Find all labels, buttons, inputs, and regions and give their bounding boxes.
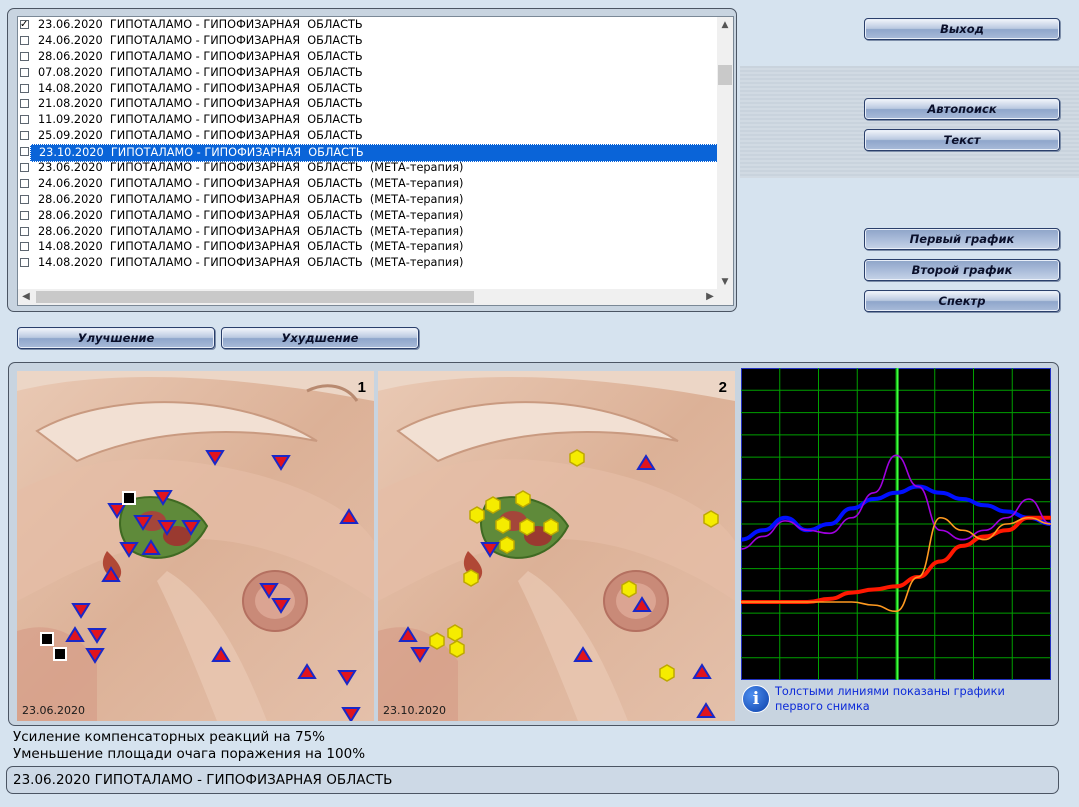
list-item-label: 24.06.2020 ГИПОТАЛАМО - ГИПОФИЗАРНАЯ ОБЛ…: [38, 33, 363, 47]
scan-image-1[interactable]: 1 23.06.2020: [17, 371, 374, 723]
horizontal-scrollbar[interactable]: ◀ ▶: [18, 289, 718, 305]
list-item[interactable]: 28.06.2020 ГИПОТАЛАМО - ГИПОФИЗАРНАЯ ОБЛ…: [18, 192, 718, 208]
list-item-checkbox[interactable]: [20, 115, 29, 125]
autosearch-button[interactable]: Автопоиск: [864, 98, 1060, 120]
scan-1-date: 23.06.2020: [22, 704, 85, 717]
scroll-down-icon[interactable]: ▼: [717, 274, 733, 290]
scan-image-2[interactable]: 2 23.10.2020: [378, 371, 735, 721]
list-item-label: 21.08.2020 ГИПОТАЛАМО - ГИПОФИЗАРНАЯ ОБЛ…: [38, 97, 363, 111]
spectrum-button[interactable]: Спектр: [864, 290, 1060, 312]
list-item-label: 11.09.2020 ГИПОТАЛАМО - ГИПОФИЗАРНАЯ ОБЛ…: [38, 113, 363, 127]
list-item-label: 28.06.2020 ГИПОТАЛАМО - ГИПОФИЗАРНАЯ ОБЛ…: [38, 224, 464, 238]
list-item-checkbox[interactable]: [20, 258, 29, 268]
list-item-label: 14.08.2020 ГИПОТАЛАМО - ГИПОФИЗАРНАЯ ОБЛ…: [38, 240, 464, 254]
spectrum-graph[interactable]: [740, 367, 1052, 681]
scroll-left-icon[interactable]: ◀: [18, 289, 34, 305]
list-item[interactable]: 28.06.2020 ГИПОТАЛАМО - ГИПОФИЗАРНАЯ ОБЛ…: [18, 208, 718, 224]
scan-2-date: 23.10.2020: [383, 704, 446, 717]
analysis-panel: 1 23.06.2020 2 23.10.2020 i Толстыми лин…: [8, 362, 1059, 726]
list-item-label: 23.06.2020 ГИПОТАЛАМО - ГИПОФИЗАРНАЯ ОБЛ…: [38, 18, 363, 31]
horizontal-scroll-thumb[interactable]: [36, 291, 474, 303]
result-line-2: Уменьшение площади очага поражения на 10…: [13, 746, 366, 762]
list-item[interactable]: 21.08.2020 ГИПОТАЛАМО - ГИПОФИЗАРНАЯ ОБЛ…: [18, 96, 718, 112]
records-listbox[interactable]: 23.06.2020 ГИПОТАЛАМО - ГИПОФИЗАРНАЯ ОБЛ…: [17, 16, 734, 306]
list-item-checkbox[interactable]: [20, 210, 29, 220]
list-item-checkbox[interactable]: [20, 35, 29, 45]
list-item[interactable]: 11.09.2020 ГИПОТАЛАМО - ГИПОФИЗАРНАЯ ОБЛ…: [18, 112, 718, 128]
list-item-label: 28.06.2020 ГИПОТАЛАМО - ГИПОФИЗАРНАЯ ОБЛ…: [38, 49, 363, 63]
list-item[interactable]: 28.06.2020 ГИПОТАЛАМО - ГИПОФИЗАРНАЯ ОБЛ…: [18, 49, 718, 65]
list-item-checkbox[interactable]: [20, 83, 29, 93]
info-note: i Толстыми линиями показаны графики перв…: [742, 683, 1052, 719]
first-graph-button[interactable]: Первый график: [864, 228, 1060, 250]
vertical-scrollbar[interactable]: ▲ ▼: [717, 17, 733, 290]
exit-button[interactable]: Выход: [864, 18, 1060, 40]
deterioration-button[interactable]: Ухудшение: [221, 327, 419, 349]
scan-2-anatomy: [378, 371, 735, 721]
scrollbar-corner: [717, 289, 733, 305]
background-band: [740, 66, 1079, 178]
info-note-text: Толстыми линиями показаны графики первог…: [775, 684, 1005, 714]
scan-2-number: 2: [718, 379, 727, 396]
scroll-up-icon[interactable]: ▲: [717, 17, 733, 33]
list-item-checkbox[interactable]: [20, 194, 29, 204]
list-item-label: 25.09.2020 ГИПОТАЛАМО - ГИПОФИЗАРНАЯ ОБЛ…: [38, 129, 363, 143]
info-icon: i: [742, 685, 770, 713]
second-graph-button[interactable]: Второй график: [864, 259, 1060, 281]
list-item-checkbox[interactable]: [20, 163, 29, 173]
list-item-label: 23.06.2020 ГИПОТАЛАМО - ГИПОФИЗАРНАЯ ОБЛ…: [38, 161, 464, 175]
status-bar: 23.06.2020 ГИПОТАЛАМО - ГИПОФИЗАРНАЯ ОБЛ…: [6, 766, 1059, 794]
list-item-label: 28.06.2020 ГИПОТАЛАМО - ГИПОФИЗАРНАЯ ОБЛ…: [38, 208, 464, 222]
list-item[interactable]: 23.06.2020 ГИПОТАЛАМО - ГИПОФИЗАРНАЯ ОБЛ…: [18, 160, 718, 176]
list-item[interactable]: 07.08.2020 ГИПОТАЛАМО - ГИПОФИЗАРНАЯ ОБЛ…: [18, 65, 718, 81]
list-item-checkbox[interactable]: [20, 51, 29, 61]
list-item[interactable]: 25.09.2020 ГИПОТАЛАМО - ГИПОФИЗАРНАЯ ОБЛ…: [18, 128, 718, 144]
scan-1-anatomy: [17, 371, 374, 723]
list-item-label: 24.06.2020 ГИПОТАЛАМО - ГИПОФИЗАРНАЯ ОБЛ…: [38, 176, 464, 190]
list-item-checkbox[interactable]: [20, 147, 29, 157]
list-item-label: 28.06.2020 ГИПОТАЛАМО - ГИПОФИЗАРНАЯ ОБЛ…: [38, 192, 464, 206]
list-item-checkbox[interactable]: [20, 178, 29, 188]
scan-1-number: 1: [357, 379, 366, 396]
info-note-line-1: Толстыми линиями показаны графики: [775, 685, 1005, 698]
list-item-checkbox[interactable]: [20, 242, 29, 252]
list-item[interactable]: 24.06.2020 ГИПОТАЛАМО - ГИПОФИЗАРНАЯ ОБЛ…: [18, 33, 718, 49]
list-item[interactable]: 28.06.2020 ГИПОТАЛАМО - ГИПОФИЗАРНАЯ ОБЛ…: [18, 224, 718, 240]
improvement-button[interactable]: Улучшение: [17, 327, 215, 349]
records-listbox-frame: 23.06.2020 ГИПОТАЛАМО - ГИПОФИЗАРНАЯ ОБЛ…: [7, 8, 737, 312]
scroll-right-icon[interactable]: ▶: [702, 289, 718, 305]
list-item-label: 07.08.2020 ГИПОТАЛАМО - ГИПОФИЗАРНАЯ ОБЛ…: [38, 65, 363, 79]
info-note-line-2: первого снимка: [775, 700, 870, 713]
list-item[interactable]: 14.08.2020 ГИПОТАЛАМО - ГИПОФИЗАРНАЯ ОБЛ…: [18, 255, 718, 271]
list-item[interactable]: 23.10.2020 ГИПОТАЛАМО - ГИПОФИЗАРНАЯ ОБЛ…: [18, 144, 720, 163]
text-button[interactable]: Текст: [864, 129, 1060, 151]
list-item-checkbox[interactable]: [20, 131, 29, 141]
list-item-checkbox[interactable]: [20, 226, 29, 236]
list-item[interactable]: 14.08.2020 ГИПОТАЛАМО - ГИПОФИЗАРНАЯ ОБЛ…: [18, 81, 718, 97]
list-item-label: 14.08.2020 ГИПОТАЛАМО - ГИПОФИЗАРНАЯ ОБЛ…: [38, 81, 363, 95]
list-item[interactable]: 24.06.2020 ГИПОТАЛАМО - ГИПОФИЗАРНАЯ ОБЛ…: [18, 176, 718, 192]
result-line-1: Усиление компенсаторных реакций на 75%: [13, 729, 325, 745]
records-list: 23.06.2020 ГИПОТАЛАМО - ГИПОФИЗАРНАЯ ОБЛ…: [18, 17, 720, 271]
list-item-label: 14.08.2020 ГИПОТАЛАМО - ГИПОФИЗАРНАЯ ОБЛ…: [38, 256, 464, 270]
list-item-checkbox[interactable]: [20, 67, 29, 77]
list-item-checkbox[interactable]: [20, 17, 29, 33]
list-item[interactable]: 23.06.2020 ГИПОТАЛАМО - ГИПОФИЗАРНАЯ ОБЛ…: [18, 17, 718, 33]
spectrum-graph-svg: [740, 367, 1052, 681]
vertical-scroll-thumb[interactable]: [718, 65, 732, 85]
list-item[interactable]: 14.08.2020 ГИПОТАЛАМО - ГИПОФИЗАРНАЯ ОБЛ…: [18, 239, 718, 255]
list-item-checkbox[interactable]: [20, 99, 29, 109]
